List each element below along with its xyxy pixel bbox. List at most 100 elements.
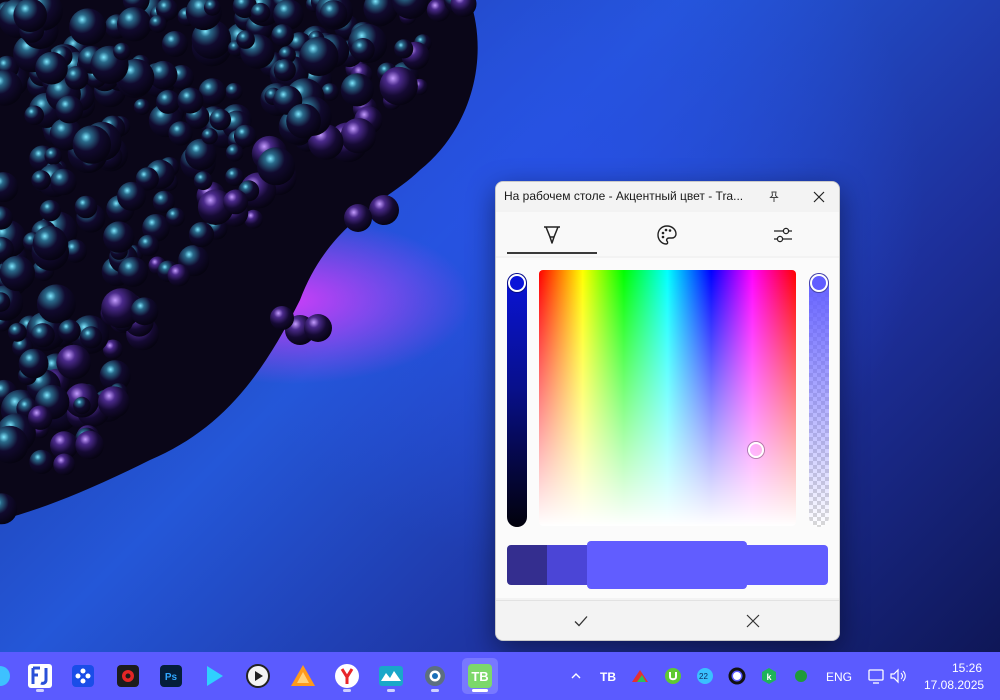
taskbar-app-settings[interactable] [417,658,453,694]
wallpaper-sphere [36,284,76,324]
chevron-up-icon [571,673,581,679]
tab-palette[interactable] [622,218,712,252]
tray-volume[interactable] [888,666,908,686]
wallpaper-sphere [130,297,159,326]
show-hidden-icons-button[interactable] [566,666,586,686]
wallpaper-sphere [165,207,185,227]
wallpaper-sphere [97,386,130,418]
tray-weather[interactable]: 22 [695,666,715,686]
brightness-slider-thumb[interactable] [508,274,526,292]
wallpaper-sphere [340,73,374,107]
wallpaper-sphere [113,42,131,61]
svg-text:TB: TB [471,669,488,684]
alpha-slider-thumb[interactable] [810,274,828,292]
tray-kaspersky[interactable]: k [759,666,779,686]
wallpaper-sphere [193,171,213,191]
wallpaper-sphere [137,234,160,257]
taskbar-app-fj[interactable] [22,658,58,694]
wallpaper-sphere [369,195,399,225]
wallpaper-sphere [351,38,375,62]
wallpaper-sphere [32,225,68,261]
taskbar-app-monitor[interactable] [373,658,409,694]
pin-icon [769,191,779,202]
utorrent-icon [665,668,681,684]
kaspersky-icon: k [762,668,776,684]
selected-color-preview [587,541,747,589]
wallpaper-sphere [271,24,294,47]
brightness-slider[interactable] [507,273,527,527]
puzzle-icon [72,665,94,687]
wallpaper-sphere [270,306,294,330]
yandex-icon [335,664,359,688]
media-play-icon [246,664,270,688]
tray-status-dot[interactable] [791,666,811,686]
close-window-button[interactable] [807,186,831,208]
taskbar-app-translucenttb[interactable]: TB [462,658,498,694]
running-indicator [431,689,439,692]
taskbar-app-aimp[interactable] [285,658,321,694]
checkmark-icon [574,616,588,627]
tray-ring-app[interactable] [727,666,747,686]
wallpaper-sphere [8,322,27,342]
alpha-slider[interactable] [809,273,829,527]
svg-text:TB: TB [600,670,616,684]
taskbar-app-media-player[interactable] [240,658,276,694]
speaker-icon [890,668,906,684]
palette-icon [657,225,677,245]
close-icon [813,191,825,203]
color-spectrum[interactable] [539,270,796,526]
input-language[interactable]: ENG [826,670,852,684]
wallpaper-sphere [18,348,49,379]
tab-sliders[interactable] [738,218,828,252]
wallpaper-sphere [53,453,76,476]
tray-network[interactable] [866,666,886,686]
wallpaper-sphere [44,147,63,165]
tray-utorrent[interactable] [663,666,683,686]
tray-translucenttb[interactable]: TB [598,666,618,686]
wallpaper-sphere [72,125,112,164]
title-bar[interactable]: На рабочем столе - Акцентный цвет - Tra.… [496,182,839,210]
taskbar-app-puzzle[interactable] [65,658,101,694]
network-icon [868,669,884,684]
tab-eyedropper[interactable] [507,218,597,252]
taskbar-app-player[interactable] [196,658,232,694]
clock-date[interactable]: 17.08.2025 [924,678,984,692]
close-icon [746,614,760,628]
taskbar-app-partial[interactable] [0,658,18,694]
wallpaper-sphere [233,124,257,148]
clock-time[interactable]: 15:26 [952,661,982,675]
triangle-app-icon [291,665,315,686]
wallpaper-sphere [58,319,81,343]
wallpaper-sphere [74,195,98,219]
wallpaper-sphere [250,2,271,23]
wallpaper-sphere [29,449,54,474]
swatch-darker-2[interactable] [507,545,547,585]
wallpaper-sphere [177,87,204,114]
wallpaper-sphere [161,31,188,57]
wallpaper-sphere [73,396,91,415]
spectrum-selector[interactable] [748,442,764,458]
wallpaper-sphere [319,0,348,28]
record-icon [117,665,139,687]
translucenttb-tray-icon: TB [600,670,616,684]
wallpaper-sphere [55,95,84,124]
swatch-lighter[interactable] [747,545,828,585]
taskbar-app-yandex[interactable] [329,658,365,694]
confirm-button[interactable] [506,607,656,635]
tray-app-red[interactable] [630,666,650,686]
pin-button[interactable] [762,186,786,208]
taskbar-app-photoshop[interactable]: Ps [153,658,189,694]
dialog-footer [496,600,839,640]
wallpaper-sphere [118,256,148,287]
wallpaper-sphere [69,8,107,46]
wallpaper-sphere [117,181,146,211]
cancel-button[interactable] [678,607,828,635]
fj-app-icon [28,664,52,688]
taskbar-app-recorder[interactable] [110,658,146,694]
sliders-icon [774,227,792,243]
swatch-darker-1[interactable] [547,545,587,585]
color-swatches [507,541,828,589]
wallpaper-sphere [209,108,231,131]
picker-tabs [496,212,839,256]
ring-icon [728,667,746,685]
